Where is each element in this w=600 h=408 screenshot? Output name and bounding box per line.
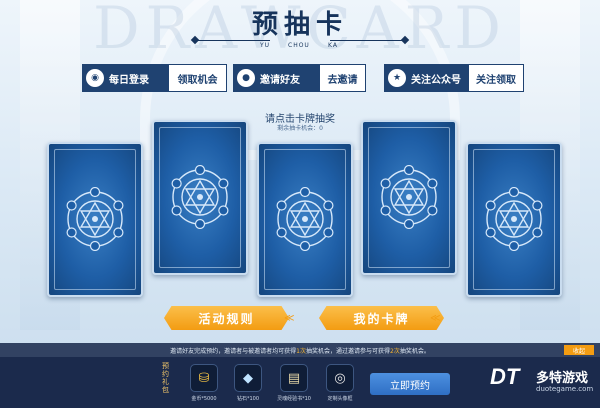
action-daily-login-label: 每日登录: [109, 74, 149, 86]
reward-caption: 钻石*100: [236, 396, 260, 402]
action-invite-friends-tag: ● 邀请好友: [233, 64, 319, 92]
reward-caption: 灵魂经验书*10: [277, 396, 311, 402]
title-rule-left: [195, 40, 270, 41]
go-invite-button[interactable]: 去邀请: [319, 64, 366, 92]
card-sigil-icon: [380, 165, 438, 229]
notice-text-3: 抽奖机会。: [399, 347, 430, 355]
notice-highlight-1: 1次: [296, 347, 306, 355]
notice-highlight-2: 2次: [390, 347, 400, 355]
card-sigil-icon: [66, 187, 124, 251]
card-sigil-icon: [485, 187, 543, 251]
draw-card-1[interactable]: [47, 142, 143, 297]
reserve-now-button[interactable]: 立即预约: [370, 373, 450, 395]
card-sigil-icon: [171, 165, 229, 229]
notice-text-2: 抽奖机会，通过邀请参与可获得: [305, 347, 390, 355]
title-rule-right: [330, 40, 405, 41]
action-daily-login-tag: ◉ 每日登录: [82, 64, 168, 92]
claim-chance-button[interactable]: 领取机会: [168, 64, 227, 92]
remaining-chances: 剩余抽卡机会：0: [277, 125, 323, 132]
headset-icon: ◎: [326, 364, 354, 392]
card-sigil-icon: [276, 187, 334, 251]
my-cards-button[interactable]: 我的卡牌: [319, 306, 444, 330]
action-follow-account[interactable]: ★ 关注公众号 关注领取: [384, 64, 524, 92]
star-icon: ★: [388, 69, 406, 87]
logo-name: 多特游戏: [536, 371, 589, 386]
pinyin-yu: YU: [260, 42, 271, 49]
logo-url: duotegame.com: [536, 385, 594, 393]
chevron-right-icon: ≪: [430, 313, 441, 324]
action-daily-login[interactable]: ◉ 每日登录 领取机会: [82, 64, 227, 92]
invite-notice: 邀请好友完成预约，邀请者与被邀请者均可获得 1次 抽奖机会，通过邀请参与可获得 …: [0, 343, 600, 357]
reward-caption: 定制头像框: [327, 396, 353, 402]
calendar-icon: ◉: [86, 69, 104, 87]
notice-text-1: 邀请好友完成预约，邀请者与被邀请者均可获得: [170, 347, 297, 355]
site-logo: DT 多特游戏 duotegame.com: [490, 364, 600, 408]
reward-pack-label: 预约礼包: [162, 362, 169, 394]
action-invite-friends[interactable]: ● 邀请好友 去邀请: [233, 64, 366, 92]
diamond-icon: ◆: [234, 364, 262, 392]
user-icon: ●: [237, 69, 255, 87]
action-follow-account-label: 关注公众号: [411, 74, 461, 86]
action-invite-friends-label: 邀请好友: [260, 74, 300, 86]
pinyin-chou: CHOU: [288, 42, 310, 49]
page-title: 预抽卡: [251, 10, 348, 40]
draw-card-5[interactable]: [466, 142, 562, 297]
reward-caption: 金币*5000: [191, 396, 217, 402]
rules-button[interactable]: 活动规则: [164, 306, 289, 330]
gold-icon: ⛁: [190, 364, 218, 392]
collapse-button[interactable]: 收起: [564, 345, 594, 355]
draw-card-3[interactable]: [257, 142, 353, 297]
logo-mark: DT: [490, 364, 520, 389]
book-icon: ▤: [280, 364, 308, 392]
follow-claim-button[interactable]: 关注领取: [468, 64, 524, 92]
chevron-right-icon: ≪: [284, 313, 295, 324]
draw-card-4[interactable]: [361, 120, 457, 275]
draw-card-2[interactable]: [152, 120, 248, 275]
pinyin-ka: KA: [328, 42, 338, 49]
action-follow-account-tag: ★ 关注公众号: [384, 64, 468, 92]
